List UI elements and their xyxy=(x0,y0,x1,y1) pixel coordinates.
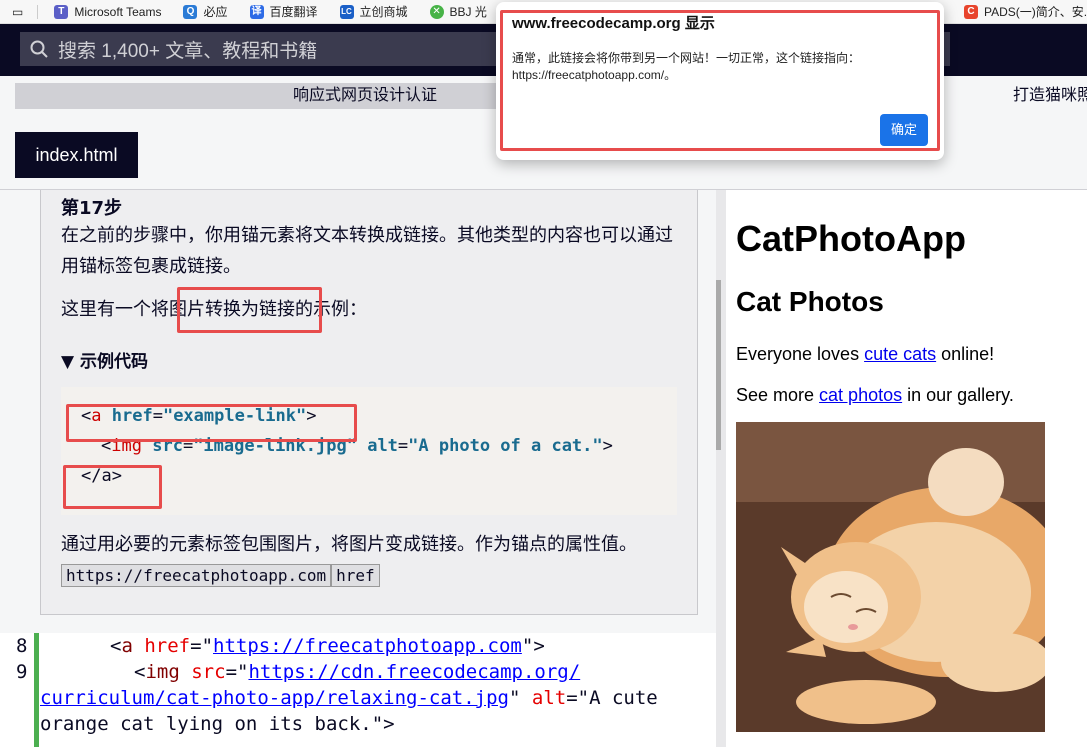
bookmark-bing[interactable]: Q 必应 xyxy=(183,3,228,20)
preview-heading: CatPhotoApp xyxy=(736,218,966,259)
code-line-3: </a> xyxy=(81,466,122,486)
csdn-icon: C xyxy=(964,4,978,19)
editor-line-9[interactable]: <img src="https://cdn.freecodecamp.org/ xyxy=(134,661,580,683)
highlight-box-phrase xyxy=(177,287,322,333)
lcsc-icon: LC xyxy=(339,4,354,19)
preview-paragraph-2: See more cat photos in our gallery. xyxy=(736,385,1014,405)
highlight-box-dialog xyxy=(500,10,940,151)
description-paragraph-1: 在之前的步骤中，你用锚元素将文本转换成链接。其他类型的内容也可以通过用锚标签包裹… xyxy=(61,225,673,277)
inline-code-url: https://freecatphotoapp.com xyxy=(61,564,332,587)
editor-line-9-wrap-1[interactable]: curriculum/cat-photo-app/relaxing-cat.jp… xyxy=(40,687,658,709)
tab-menu-icon[interactable]: ▭ xyxy=(12,5,23,19)
cat-photo-image[interactable] xyxy=(736,422,1066,732)
bookmark-baidu-translate[interactable]: 译 百度翻译 xyxy=(249,3,318,20)
line-number: 8 xyxy=(16,635,28,657)
bbj-icon: ✕ xyxy=(429,4,444,19)
line-number: 9 xyxy=(16,661,28,683)
preview-paragraph-1: Everyone loves cute cats online! xyxy=(736,344,995,364)
cat-photos-link[interactable]: cat photos xyxy=(819,385,902,405)
teams-icon: T xyxy=(54,4,69,19)
example-code-toggle[interactable]: ▼ 示例代码 xyxy=(61,347,677,372)
step-title: 第17步 xyxy=(61,198,123,219)
search-icon xyxy=(30,40,48,58)
bookmark-bbj[interactable]: ✕ BBJ 光 xyxy=(429,3,487,20)
bookmark-teams[interactable]: T Microsoft Teams xyxy=(54,4,161,19)
line-gutter: 8 9 xyxy=(0,633,40,747)
search-placeholder: 搜索 1,400+ 文章、教程和书籍 xyxy=(58,40,318,62)
preview-subheading: Cat Photos xyxy=(736,286,884,317)
translate-icon: 译 xyxy=(249,4,264,19)
scrollbar[interactable] xyxy=(716,280,721,450)
changed-lines-marker xyxy=(34,633,39,747)
editor-line-9-wrap-2[interactable]: orange cat lying on its back."> xyxy=(40,713,395,735)
preview-pane: CatPhotoApp Cat Photos Everyone loves cu… xyxy=(726,190,1087,747)
highlight-box-open-tag xyxy=(66,404,357,442)
highlight-box-close-tag xyxy=(63,465,162,509)
description-paragraph-2: 这里有一个将图片转换为链接的示例： xyxy=(61,299,367,320)
code-editor[interactable]: 8 9 <a href="https://freecatphotoapp.com… xyxy=(0,633,716,747)
inline-code-href: href xyxy=(331,564,380,587)
bookmark-pads[interactable]: C PADS(一)简介、安... xyxy=(964,3,1087,20)
pane-divider[interactable] xyxy=(716,190,726,747)
cute-cats-link[interactable]: cute cats xyxy=(864,344,936,364)
tab-index-html[interactable]: index.html xyxy=(15,132,138,178)
breadcrumb-project[interactable]: 打造猫咪照 xyxy=(1013,83,1087,109)
editor-line-8[interactable]: <a href="https://freecatphotoapp.com"> xyxy=(110,635,545,657)
description-paragraph-3: 通过用必要的元素标签包围图片，将图片变成链接。作为锚点的属性值。https://… xyxy=(61,534,637,587)
bookmark-lcsc[interactable]: LC 立创商城 xyxy=(339,3,408,20)
search-icon: Q xyxy=(183,4,198,19)
step-description: 第17步 在之前的步骤中，你用锚元素将文本转换成链接。其他类型的内容也可以通过用… xyxy=(40,190,698,615)
